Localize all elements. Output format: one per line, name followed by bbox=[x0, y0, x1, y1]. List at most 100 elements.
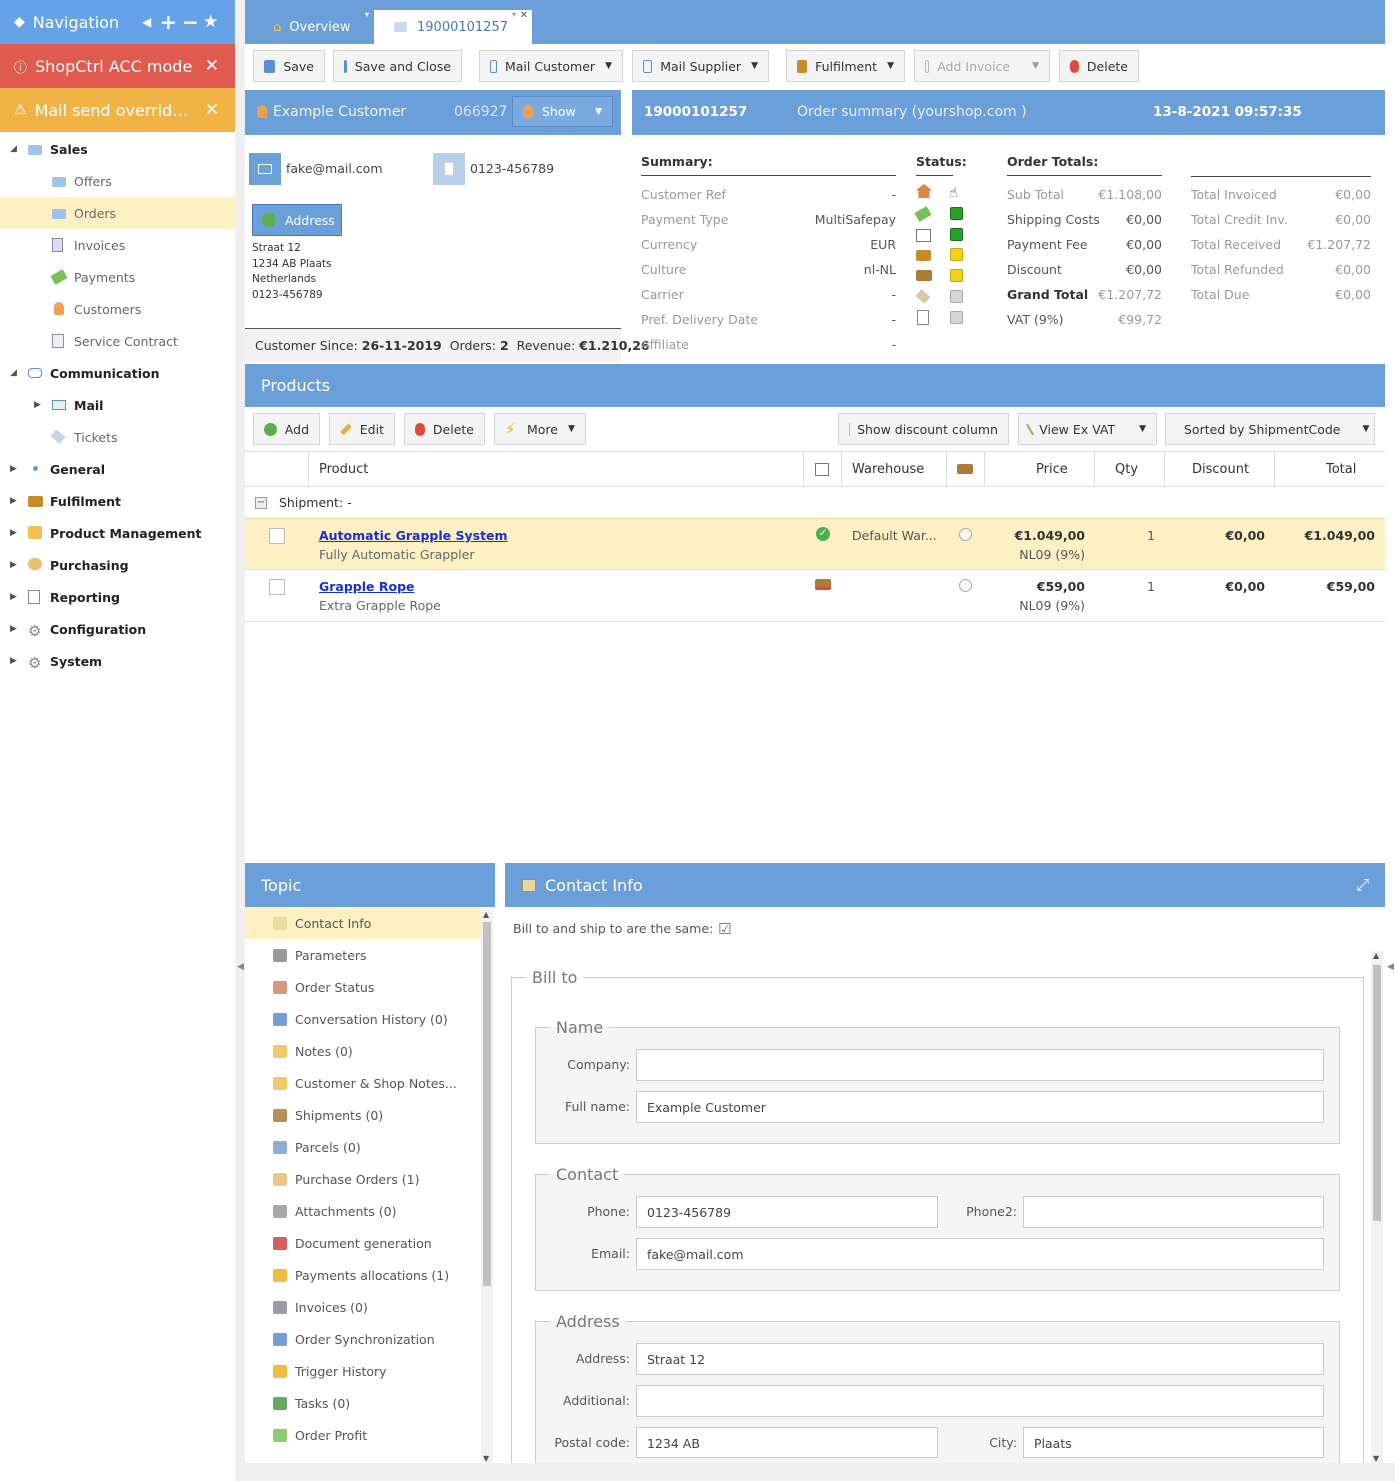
scroll-up-icon[interactable]: ▲ bbox=[1373, 951, 1379, 960]
scroll-down-icon[interactable]: ▼ bbox=[1373, 1454, 1379, 1463]
company-input[interactable] bbox=[636, 1049, 1324, 1081]
tab-menu-icon[interactable]: ▾ bbox=[365, 10, 369, 19]
email-input[interactable]: fake@mail.com bbox=[636, 1238, 1324, 1270]
postal-code-input[interactable]: 1234 AB bbox=[636, 1427, 938, 1458]
star-icon[interactable]: ★ bbox=[203, 12, 218, 32]
topic-item[interactable]: Parameters bbox=[245, 939, 481, 971]
view-ex-vat-button[interactable]: View Ex VAT ▼ bbox=[1018, 413, 1157, 445]
phone-input[interactable]: 0123-456789 bbox=[636, 1196, 938, 1228]
topic-item[interactable]: Invoices (0) bbox=[245, 1291, 481, 1323]
sidebar-item-system[interactable]: ▶ ⚙ System bbox=[0, 645, 235, 677]
scroll-thumb[interactable] bbox=[483, 922, 491, 1286]
expand-icon[interactable]: ⤢ bbox=[1356, 875, 1369, 895]
table-row[interactable]: Automatic Grapple System Fully Automatic … bbox=[245, 518, 1385, 570]
scroll-up-icon[interactable]: ▲ bbox=[483, 910, 489, 919]
topic-item[interactable]: Parcels (0) bbox=[245, 1131, 481, 1163]
tab-menu-icon[interactable]: ▾ bbox=[512, 10, 516, 19]
collapse-left-icon[interactable]: ◀ bbox=[237, 962, 244, 972]
topic-scrollbar[interactable]: ▲ ▼ bbox=[481, 910, 493, 1463]
city-input[interactable]: Plaats bbox=[1023, 1427, 1324, 1458]
minus-icon[interactable]: − bbox=[182, 10, 199, 34]
chevron-down-icon[interactable]: ▼ bbox=[595, 107, 602, 117]
close-icon[interactable]: ✕ bbox=[205, 56, 219, 76]
sidebar-item-configuration[interactable]: ▶ ⚙ Configuration bbox=[0, 613, 235, 645]
topic-item[interactable]: Order Profit bbox=[245, 1419, 481, 1451]
topic-item[interactable]: Purchase Orders (1) bbox=[245, 1163, 481, 1195]
close-icon[interactable]: ✕ bbox=[205, 100, 219, 120]
sidebar-item-customers[interactable]: Customers bbox=[0, 293, 235, 325]
show-customer-button[interactable]: Show ▼ bbox=[512, 96, 613, 127]
close-icon[interactable]: ✕ bbox=[520, 10, 528, 21]
customer-phone[interactable]: 0123-456789 bbox=[470, 161, 554, 176]
col-total[interactable]: Total bbox=[1326, 452, 1356, 486]
sidebar-item-tickets[interactable]: Tickets bbox=[0, 421, 235, 453]
sidebar-item-purchasing[interactable]: ▶ Purchasing bbox=[0, 549, 235, 581]
collapse-right-icon[interactable]: ◀ bbox=[1387, 962, 1394, 972]
delete-product-button[interactable]: Delete bbox=[404, 413, 485, 445]
product-name-link[interactable]: Automatic Grapple System bbox=[319, 528, 508, 543]
sidebar-item-offers[interactable]: Offers bbox=[0, 165, 235, 197]
sort-button[interactable]: Sorted by ShipmentCode ▼ bbox=[1165, 413, 1375, 445]
email-button[interactable] bbox=[249, 153, 281, 185]
sidebar-item-fulfilment[interactable]: ▶ Fulfilment bbox=[0, 485, 235, 517]
shipment-group-row[interactable]: − Shipment: - bbox=[245, 487, 1385, 518]
customer-name[interactable]: Example Customer bbox=[273, 104, 406, 120]
customer-email[interactable]: fake@mail.com bbox=[286, 161, 383, 176]
scroll-down-icon[interactable]: ▼ bbox=[483, 1454, 489, 1463]
shipment-radio[interactable] bbox=[959, 579, 972, 592]
fullname-input[interactable]: Example Customer bbox=[636, 1091, 1324, 1123]
product-name-link[interactable]: Grapple Rope bbox=[319, 579, 415, 594]
mail-customer-button[interactable]: Mail Customer ▼ bbox=[479, 50, 623, 82]
more-button[interactable]: ⚡ More ▼ bbox=[494, 413, 586, 445]
topic-item[interactable]: Trigger History bbox=[245, 1355, 481, 1387]
shipment-radio[interactable] bbox=[959, 528, 972, 541]
delete-button[interactable]: Delete bbox=[1059, 50, 1139, 82]
sidebar-item-invoices[interactable]: Invoices bbox=[0, 229, 235, 261]
topic-item[interactable]: Shipments (0) bbox=[245, 1099, 481, 1131]
sidebar-item-general[interactable]: ▶ General bbox=[0, 453, 235, 485]
tab-order[interactable]: 19000101257 ▾ ✕ bbox=[374, 10, 532, 44]
show-discount-column-button[interactable]: Show discount column bbox=[838, 413, 1009, 445]
address-input[interactable]: Straat 12 bbox=[636, 1343, 1324, 1375]
splitter[interactable] bbox=[235, 0, 245, 1481]
sidebar-item-reporting[interactable]: ▶ Reporting bbox=[0, 581, 235, 613]
additional-input[interactable] bbox=[636, 1385, 1324, 1417]
topic-item[interactable]: Document generation bbox=[245, 1227, 481, 1259]
topic-item[interactable]: Order Status bbox=[245, 971, 481, 1003]
collapse-icon[interactable]: − bbox=[255, 496, 267, 509]
topic-item[interactable]: Notes (0) bbox=[245, 1035, 481, 1067]
fulfilment-button[interactable]: Fulfilment ▼ bbox=[786, 50, 905, 82]
add-product-button[interactable]: Add bbox=[253, 413, 320, 445]
tab-overview[interactable]: ⌂ Overview ▾ bbox=[253, 10, 375, 44]
topic-item[interactable]: Attachments (0) bbox=[245, 1195, 481, 1227]
sidebar-item-orders[interactable]: Orders bbox=[0, 197, 235, 229]
topic-item[interactable]: Conversation History (0) bbox=[245, 1003, 481, 1035]
save-button[interactable]: Save bbox=[253, 50, 325, 82]
sidebar-item-payments[interactable]: Payments bbox=[0, 261, 235, 293]
col-product[interactable]: Product bbox=[319, 452, 368, 486]
collapse-left-icon[interactable]: ◀ bbox=[142, 15, 151, 29]
topic-item[interactable]: Payments allocations (1) bbox=[245, 1259, 481, 1291]
sidebar-item-product-management[interactable]: ▶ Product Management bbox=[0, 517, 235, 549]
sidebar-item-service-contract[interactable]: Service Contract bbox=[0, 325, 235, 357]
table-row[interactable]: Grapple Rope Extra Grapple Rope €59,00 NL09… bbox=[245, 570, 1385, 622]
add-icon[interactable]: + bbox=[160, 10, 177, 34]
topic-item[interactable]: Contact Info bbox=[245, 907, 481, 939]
edit-product-button[interactable]: Edit bbox=[329, 413, 395, 445]
sidebar-item-communication[interactable]: ◢ Communication bbox=[0, 357, 235, 389]
phone2-input[interactable] bbox=[1023, 1196, 1324, 1228]
contact-scrollbar[interactable]: ▲ ▼ bbox=[1371, 951, 1383, 1463]
sidebar-item-sales[interactable]: ◢ Sales bbox=[0, 133, 235, 165]
same-address-checkbox[interactable]: ☑ bbox=[718, 920, 731, 938]
address-button[interactable]: Address bbox=[252, 204, 342, 236]
save-and-close-button[interactable]: Save and Close bbox=[333, 50, 462, 82]
topic-item[interactable]: Order Synchronization bbox=[245, 1323, 481, 1355]
col-price[interactable]: Price bbox=[1036, 452, 1068, 486]
scroll-thumb[interactable] bbox=[1373, 965, 1381, 1221]
sidebar-item-mail[interactable]: ▶ Mail bbox=[0, 389, 235, 421]
topic-item[interactable]: Tasks (0) bbox=[245, 1387, 481, 1419]
col-warehouse[interactable]: Warehouse bbox=[852, 452, 924, 486]
topic-item[interactable]: Customer & Shop Notes... bbox=[245, 1067, 481, 1099]
col-qty[interactable]: Qty bbox=[1115, 452, 1138, 486]
col-discount[interactable]: Discount bbox=[1192, 452, 1249, 486]
